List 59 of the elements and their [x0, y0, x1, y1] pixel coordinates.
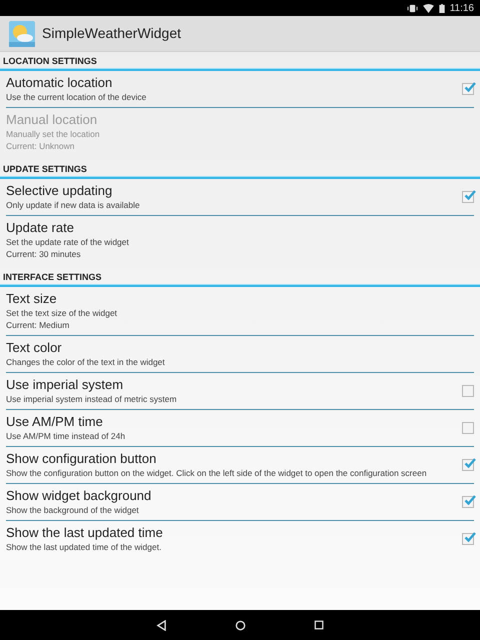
checkbox[interactable] — [462, 533, 474, 545]
check-icon — [464, 531, 476, 543]
preference-title: Text color — [6, 340, 63, 356]
preference-title: Use imperial system — [6, 377, 124, 393]
checkbox[interactable] — [462, 422, 474, 434]
app-icon — [8, 20, 36, 48]
preference-item[interactable]: Use imperial system Use imperial system instead of metric system — [0, 373, 480, 409]
check-icon — [464, 457, 476, 469]
back-icon[interactable] — [156, 620, 167, 630]
recents-icon[interactable] — [314, 620, 324, 630]
preference-summary: Current: 30 minutes — [6, 248, 82, 260]
preference-item[interactable]: Use AM/PM time Use AM/PM time instead of 24h — [0, 410, 480, 446]
preference-summary: Use the current location of the device — [6, 91, 148, 103]
preference-title: Use AM/PM time — [6, 414, 104, 430]
preference-summary: Show the last updated time of the widget. — [6, 541, 162, 553]
preference-summary: Current: Medium — [6, 319, 70, 331]
preference-item[interactable]: Text size Set the text size of the widget Current: Medium — [0, 287, 480, 335]
section-header: UPDATE SETTINGS — [2, 163, 88, 175]
check-icon — [464, 81, 476, 93]
section-header: LOCATION SETTINGS — [2, 55, 98, 67]
checkbox[interactable] — [462, 496, 474, 508]
app-title: SimpleWeatherWidget — [42, 24, 182, 43]
preference-summary: Set the text size of the widget — [6, 307, 118, 319]
preference-item[interactable]: Show the last updated time Show the last updated time of the widget. — [0, 521, 480, 557]
preference-title: Manual location — [6, 112, 98, 128]
battery-icon — [438, 4, 445, 12]
preference-summary: Set the update rate of the widget — [6, 236, 130, 248]
checkbox[interactable] — [462, 459, 474, 471]
preference-summary: Only update if new data is available — [6, 199, 141, 211]
preference-title: Show the last updated time — [6, 525, 164, 541]
wifi-icon — [422, 4, 434, 12]
preference-item[interactable]: Text color Changes the color of the text in the widget — [0, 336, 480, 372]
home-icon[interactable] — [235, 620, 246, 630]
preference-title: Show widget background — [6, 488, 152, 504]
preference-summary: Use imperial system instead of metric system — [6, 393, 178, 405]
preference-summary: Show the background of the widget — [6, 504, 140, 516]
preference-summary: Use AM/PM time instead of 24h — [6, 430, 126, 442]
preference-summary: Show the configuration button on the widget. Click on the left side of the widget to open the configuration screen — [6, 467, 428, 479]
preference-title: Selective updating — [6, 183, 114, 199]
section-header: INTERFACE SETTINGS — [2, 271, 103, 283]
preference-item[interactable]: Automatic location Use the current location of the device — [0, 71, 480, 107]
preference-summary: Current: Unknown — [6, 140, 76, 152]
preference-summary: Changes the color of the text in the widget — [6, 356, 166, 368]
preference-item[interactable]: Update rate Set the update rate of the widget Current: 30 minutes — [0, 216, 480, 264]
checkbox[interactable] — [462, 191, 474, 203]
checkbox[interactable] — [462, 385, 474, 397]
check-icon — [464, 189, 476, 201]
preference-item[interactable]: Show configuration button Show the configuration button on the widget. Click on the left side of the widget to open the configuration screen — [0, 447, 480, 483]
preference-title: Text size — [6, 291, 58, 307]
preference-item[interactable]: Selective updating Only update if new data is available — [0, 179, 480, 215]
vibrate-icon — [406, 4, 418, 12]
preference-summary: Manually set the location — [6, 128, 101, 140]
preference-title: Automatic location — [6, 75, 114, 91]
check-icon — [464, 494, 476, 506]
clock: 11:16 — [450, 2, 474, 16]
preference-title: Show configuration button — [6, 451, 158, 467]
preference-title: Update rate — [6, 220, 75, 236]
checkbox[interactable] — [462, 83, 474, 95]
preference-item[interactable]: Show widget background Show the background of the widget — [0, 484, 480, 520]
